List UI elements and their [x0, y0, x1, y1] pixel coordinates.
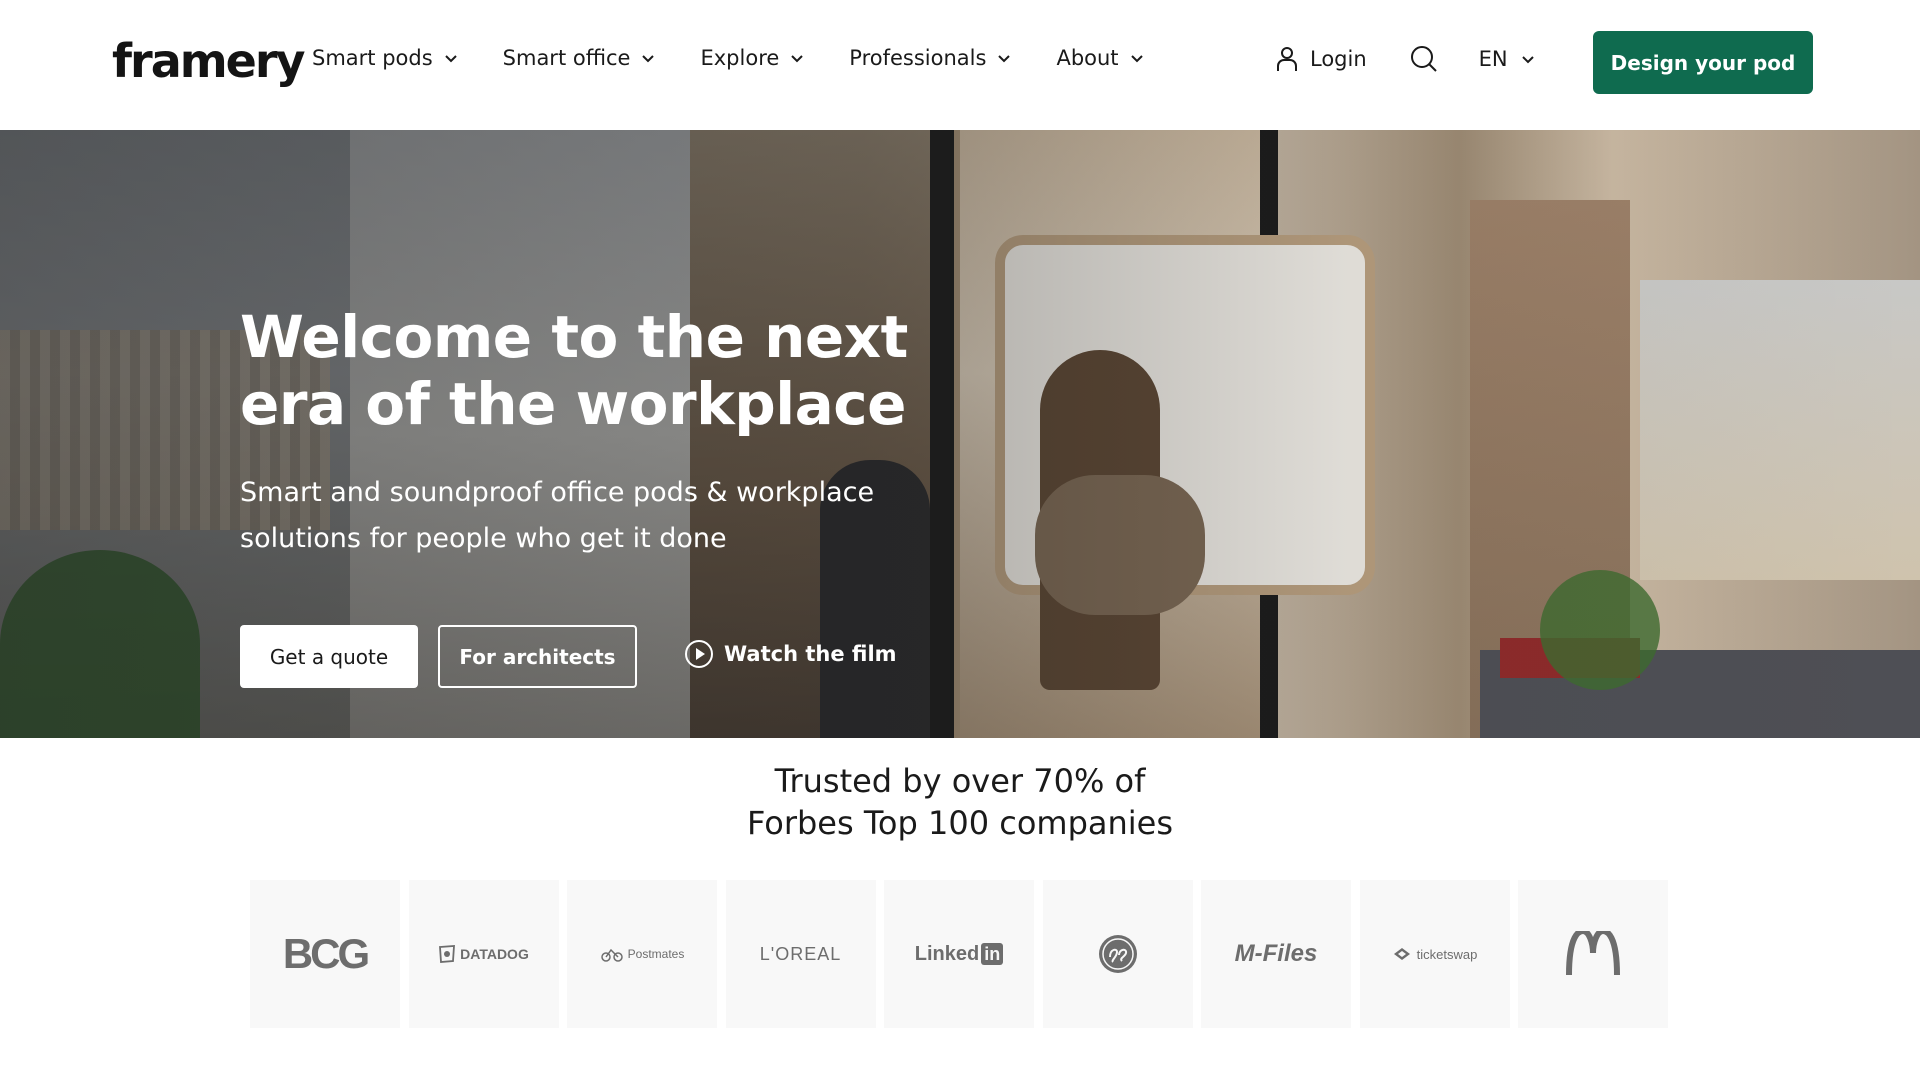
chevron-down-icon	[1521, 56, 1534, 64]
nav-smart-office-label: Smart office	[502, 46, 631, 70]
watch-film-label: Watch the film	[724, 642, 897, 666]
nav-professionals-label: Professionals	[849, 46, 987, 70]
trusted-heading: Trusted by over 70% of Forbes Top 100 co…	[560, 760, 1360, 844]
logo-mcdonalds[interactable]	[1518, 880, 1668, 1028]
login-label: Login	[1310, 47, 1367, 71]
site-header: framery Smart pods Smart office Explore …	[0, 0, 1920, 130]
nav-professionals[interactable]: Professionals	[849, 44, 1012, 72]
logo-bcg[interactable]: BCG	[250, 880, 400, 1028]
nav-about[interactable]: About	[1056, 44, 1144, 72]
search-button[interactable]	[1409, 44, 1439, 74]
login-link[interactable]: Login	[1276, 45, 1367, 73]
main-nav: Smart pods Smart office Explore Professi…	[312, 44, 1189, 72]
logo-loreal[interactable]: L'OREAL	[725, 880, 876, 1028]
for-architects-button[interactable]: For architects	[438, 625, 637, 688]
logo-ge[interactable]	[1042, 880, 1193, 1028]
logo-linkedin[interactable]: Linked in	[884, 880, 1034, 1028]
mcdonalds-arches-icon	[1566, 931, 1620, 976]
chevron-down-icon	[1130, 55, 1143, 63]
datadog-logo-text: DATADOG	[460, 946, 529, 962]
trusted-line-2: Forbes Top 100 companies	[746, 804, 1174, 842]
postmates-icon	[600, 948, 623, 962]
trusted-line-1: Trusted by over 70% of	[774, 762, 1146, 800]
ticketswap-logo-text: ticketswap	[1416, 946, 1478, 962]
postmates-logo-text: Postmates	[627, 947, 685, 961]
chevron-down-icon	[444, 55, 457, 63]
logo-postmates[interactable]: Postmates	[567, 880, 717, 1028]
loreal-logo-text: L'OREAL	[759, 943, 842, 964]
linkedin-in-badge: in	[981, 943, 1004, 965]
play-icon	[685, 640, 713, 668]
chevron-down-icon	[998, 55, 1011, 63]
get-a-quote-button[interactable]: Get a quote	[240, 625, 418, 688]
logo-m-files[interactable]: M-Files	[1201, 880, 1351, 1028]
bcg-logo-text: BCG	[282, 930, 370, 977]
framery-logo[interactable]: framery	[112, 34, 306, 88]
logo-datadog[interactable]: DATADOG	[408, 880, 559, 1028]
hero-title: Welcome to the next era of the workplace	[240, 303, 908, 438]
ge-logo-icon	[1098, 935, 1137, 973]
client-logos: BCG DATADOG Postmates L'OREAL Linked in …	[250, 880, 1668, 1028]
hero-subtitle: Smart and soundproof office pods & workp…	[240, 477, 875, 554]
nav-smart-pods-label: Smart pods	[312, 46, 433, 70]
chevron-down-icon	[642, 55, 655, 63]
nav-explore-label: Explore	[700, 46, 780, 70]
search-icon	[1410, 46, 1437, 72]
chevron-down-icon	[791, 55, 804, 63]
language-selector[interactable]: EN	[1479, 45, 1536, 73]
design-your-pod-button[interactable]: Design your pod	[1593, 31, 1813, 94]
nav-explore[interactable]: Explore	[700, 44, 805, 72]
hero-section: Welcome to the next era of the workplace…	[0, 130, 1920, 738]
logo-ticketswap[interactable]: ticketswap	[1359, 880, 1510, 1028]
header-tools: Login EN	[1276, 44, 1536, 74]
language-label: EN	[1478, 47, 1508, 71]
nav-about-label: About	[1056, 46, 1119, 70]
ticketswap-icon	[1393, 948, 1410, 960]
datadog-icon	[439, 945, 456, 963]
user-icon	[1277, 47, 1297, 71]
linkedin-logo-text: Linked	[914, 942, 980, 965]
nav-smart-office[interactable]: Smart office	[503, 44, 657, 72]
nav-smart-pods[interactable]: Smart pods	[312, 44, 459, 72]
m-files-logo-text: M-Files	[1234, 940, 1318, 967]
watch-film-button[interactable]: Watch the film	[684, 639, 897, 669]
